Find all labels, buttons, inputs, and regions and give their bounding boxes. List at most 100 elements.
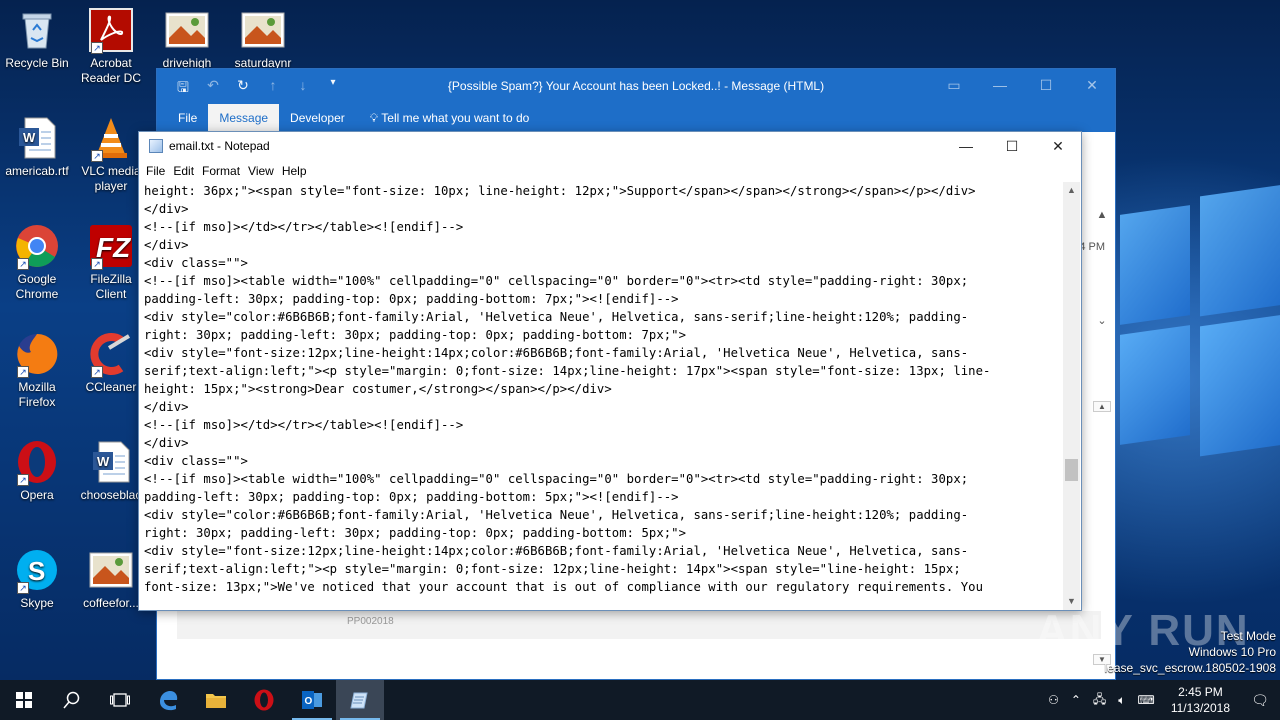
system-tray: ⚇ ⌃ 🖧︎ 🔈︎ ⌨︎ 2:45 PM 11/13/2018 🗨︎	[1042, 680, 1280, 720]
menu-file[interactable]: File	[146, 164, 172, 178]
desktop-icon-skype[interactable]: S ↗ Skype	[0, 548, 74, 611]
desktop: Recycle Bin ↗ Acrobat Reader DC drivehig…	[0, 0, 1280, 680]
notepad-icon	[350, 692, 368, 709]
desktop-icon-chooseblac[interactable]: W chooseblac	[74, 440, 148, 503]
desktop-icon-filezilla[interactable]: FZ ↗ FileZilla Client	[74, 224, 148, 302]
shortcut-arrow-icon: ↗	[91, 150, 103, 162]
taskbar-edge[interactable]	[144, 680, 192, 720]
close-button[interactable]: ✕	[1035, 132, 1081, 160]
task-view-button[interactable]	[96, 680, 144, 720]
wallpaper-logo-pane	[1120, 205, 1190, 325]
desktop-icon-label: coffeefor...	[83, 596, 139, 610]
svg-text:S: S	[28, 556, 45, 586]
ribbon-tabs: File Message Developer 💡︎ Tell me what y…	[157, 104, 1115, 132]
opera-icon: ↗	[15, 440, 59, 486]
image-file-icon	[89, 548, 133, 592]
word-doc-icon: W	[15, 116, 59, 160]
notepad-title: email.txt - Notepad	[169, 139, 270, 153]
notepad-text-area[interactable]: height: 36px;"><span style="font-size: 1…	[140, 182, 1065, 594]
desktop-icon-chrome[interactable]: ↗ Google Chrome	[0, 224, 74, 302]
lightbulb-icon: 💡︎	[369, 111, 379, 125]
minimize-button[interactable]: —	[943, 132, 989, 160]
scrollbar-thumb[interactable]	[1065, 459, 1078, 481]
tell-me-label: Tell me what you want to do	[381, 111, 530, 125]
desktop-icon-label: FileZilla Client	[90, 272, 132, 301]
desktop-icon-label: Opera	[20, 488, 54, 502]
edge-icon	[160, 691, 178, 711]
shortcut-arrow-icon: ↗	[17, 366, 29, 378]
email-footer-band	[177, 611, 1101, 639]
taskbar-opera[interactable]	[240, 680, 288, 720]
action-center-icon[interactable]: 🗨︎	[1240, 692, 1280, 709]
menu-edit[interactable]: Edit	[173, 164, 201, 178]
outlook-scroll-down-arrow[interactable]: ⌄	[1093, 314, 1111, 327]
notepad-titlebar: email.txt - Notepad — ☐ ✕	[139, 132, 1081, 160]
desktop-icon-opera[interactable]: ↗ Opera	[0, 440, 74, 503]
desktop-icon-coffeefor[interactable]: coffeefor...	[74, 548, 148, 611]
maximize-button[interactable]: ☐	[989, 132, 1035, 160]
search-button[interactable]	[48, 680, 96, 720]
wallpaper-logo-pane	[1120, 325, 1190, 445]
desktop-icon-vlc[interactable]: ↗ VLC media player	[74, 116, 148, 194]
tab-file[interactable]: File	[167, 104, 208, 132]
search-icon	[63, 691, 80, 709]
menu-format[interactable]: Format	[202, 164, 247, 178]
desktop-icon-label: americab.rtf	[5, 164, 69, 178]
chrome-icon: ↗	[15, 224, 59, 270]
taskbar: O ⚇ ⌃ 🖧︎ 🔈︎ ⌨︎ 2:45 PM 11/13/2018 🗨︎	[0, 680, 1280, 720]
desktop-icon-saturdaynr[interactable]: saturdaynr	[226, 8, 300, 71]
desktop-icon-recycle-bin[interactable]: Recycle Bin	[0, 8, 74, 71]
email-footer-code: PP002018	[347, 616, 394, 627]
shortcut-arrow-icon: ↗	[17, 474, 29, 486]
desktop-icon-firefox[interactable]: ↗ Mozilla Firefox	[0, 332, 74, 410]
start-button[interactable]	[0, 680, 48, 720]
maximize-button[interactable]: ☐	[1023, 69, 1069, 101]
people-icon[interactable]: ⚇	[1042, 693, 1065, 707]
word-doc-icon: W	[89, 440, 133, 484]
close-button[interactable]: ✕	[1069, 69, 1115, 101]
tab-message[interactable]: Message	[208, 104, 280, 132]
desktop-icon-label: Mozilla Firefox	[18, 380, 56, 409]
menu-view[interactable]: View	[248, 164, 281, 178]
notepad-window-controls: — ☐ ✕	[943, 132, 1081, 160]
outlook-icon: O	[302, 691, 322, 709]
shortcut-arrow-icon: ↗	[17, 582, 29, 594]
desktop-icon-label: Google Chrome	[15, 272, 59, 301]
ccleaner-icon: ↗	[89, 332, 133, 378]
volume-icon[interactable]: 🔈︎	[1112, 693, 1131, 708]
tell-me-search[interactable]: 💡︎ Tell me what you want to do	[356, 104, 530, 132]
wallpaper-logo-pane	[1200, 183, 1280, 317]
desktop-icon-americab[interactable]: W americab.rtf	[0, 116, 74, 179]
desktop-icon-drivehigh[interactable]: drivehigh	[150, 8, 224, 71]
menu-help[interactable]: Help	[282, 164, 314, 178]
outlook-window-controls: ▭ — ☐ ✕	[931, 69, 1115, 101]
network-icon[interactable]: 🖧︎	[1087, 690, 1112, 711]
tab-developer[interactable]: Developer	[279, 104, 356, 132]
desktop-icon-ccleaner[interactable]: ↗ CCleaner	[74, 332, 148, 395]
received-time: 4 PM	[1079, 241, 1105, 253]
ribbon-display-options-icon[interactable]: ▭	[931, 69, 977, 101]
watermark-line: Windows 10 Pro	[1188, 645, 1276, 659]
folder-icon	[206, 694, 226, 708]
test-mode-watermark: Test Mode Windows 10 Pro lease_svc_escro…	[1105, 628, 1276, 676]
watermark-line: Test Mode	[1220, 629, 1276, 643]
taskbar-notepad[interactable]	[336, 680, 384, 720]
task-view-icon	[110, 693, 130, 707]
firefox-icon: ↗	[15, 332, 59, 378]
outlook-scroll-up-arrow[interactable]: ▲	[1093, 209, 1111, 221]
input-method-icon[interactable]: ⌨︎	[1132, 693, 1161, 707]
minimize-button[interactable]: —	[977, 69, 1023, 101]
chevron-up-icon[interactable]: ⌃	[1065, 693, 1087, 707]
taskbar-file-explorer[interactable]	[192, 680, 240, 720]
taskbar-outlook[interactable]: O	[288, 680, 336, 720]
taskbar-clock[interactable]: 2:45 PM 11/13/2018	[1161, 684, 1240, 716]
svg-text:W: W	[23, 130, 36, 145]
image-file-icon	[241, 8, 285, 52]
wallpaper-logo-pane	[1200, 313, 1280, 457]
scroll-up-arrow-icon[interactable]: ▲	[1063, 182, 1080, 199]
body-scroll-up-arrow[interactable]: ▲	[1093, 401, 1111, 412]
notepad-vertical-scrollbar[interactable]: ▲ ▼	[1063, 182, 1080, 610]
windows-logo-icon	[16, 692, 32, 708]
desktop-icon-acrobat[interactable]: ↗ Acrobat Reader DC	[74, 8, 148, 86]
shortcut-arrow-icon: ↗	[91, 258, 103, 270]
